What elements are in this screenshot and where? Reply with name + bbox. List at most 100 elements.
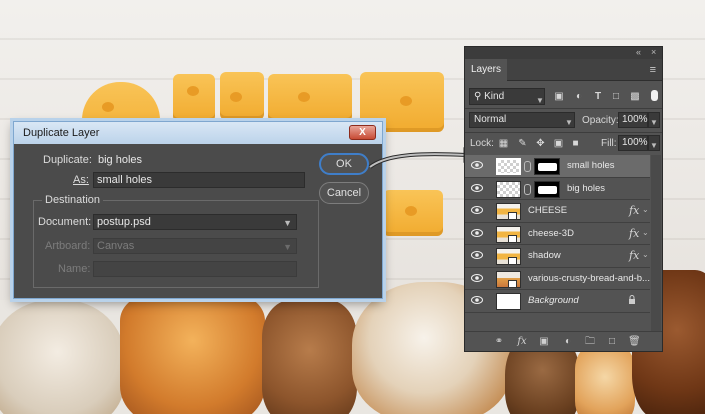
layer-mask-thumbnail[interactable] <box>534 180 560 198</box>
lock-artboard-icon[interactable]: ▣ <box>553 138 564 149</box>
eye-icon[interactable] <box>471 228 483 237</box>
fx-icon[interactable]: fx <box>629 204 639 217</box>
layer-row[interactable]: big holes <box>465 177 650 200</box>
image-filter-icon[interactable]: ▣ <box>553 91 565 103</box>
adjustment-filter-icon[interactable]: ◐ <box>573 91 585 103</box>
document-label: Document: <box>38 216 92 228</box>
filter-kind-select[interactable]: ⚲ Kind ▼ <box>469 88 545 105</box>
lock-position-icon[interactable]: ✥ <box>535 138 546 149</box>
chevron-down-icon: ▼ <box>650 141 658 150</box>
collapse-icon[interactable]: « <box>636 47 641 57</box>
layer-row[interactable]: cheese-3D fx ⌄ <box>465 222 650 245</box>
separator <box>465 132 662 133</box>
layer-name[interactable]: cheese-3D <box>528 228 574 239</box>
tab-layers-label: Layers <box>470 64 501 75</box>
smart-object-icon <box>508 234 517 243</box>
filter-toggle[interactable] <box>651 90 658 101</box>
layer-name[interactable]: CHEESE <box>528 205 567 216</box>
layer-name[interactable]: shadow <box>528 250 561 261</box>
ok-button[interactable]: OK <box>319 153 369 175</box>
document-select[interactable]: postup.psd ▼ <box>93 214 297 230</box>
lock-icon[interactable] <box>628 295 636 305</box>
layer-row[interactable]: Background <box>465 290 650 313</box>
dialog-title: Duplicate Layer <box>23 127 100 139</box>
link-icon[interactable] <box>524 161 531 172</box>
eye-icon[interactable] <box>471 161 483 169</box>
destination-label: Destination <box>42 194 104 206</box>
shape-filter-icon[interactable]: □ <box>610 91 622 103</box>
layers-scrollbar[interactable] <box>651 155 661 331</box>
duplicate-layer-dialog: Duplicate Layer X Duplicate: big holes A… <box>13 121 383 299</box>
fill-dropdown[interactable]: ▼ <box>648 135 660 151</box>
layer-thumbnail[interactable] <box>496 158 521 175</box>
chevron-down-icon[interactable]: ⌄ <box>642 228 649 237</box>
eye-icon[interactable] <box>471 183 483 192</box>
link-icon[interactable] <box>524 183 531 195</box>
smart-object-icon <box>508 279 517 288</box>
fill-value: 100% <box>622 137 648 148</box>
tab-layers[interactable]: Layers <box>465 59 507 81</box>
chevron-down-icon: ▼ <box>283 242 292 252</box>
dialog-titlebar[interactable]: Duplicate Layer X <box>14 122 382 144</box>
layers-list: small holes big holes CHEESE fx ⌄ cheese… <box>465 155 650 313</box>
blend-mode-value: Normal <box>474 114 507 125</box>
bread-loaf <box>575 345 635 414</box>
panel-topbar[interactable]: « × <box>465 47 662 59</box>
bread-loaf <box>0 300 125 414</box>
opacity-label: Opacity: <box>582 115 619 126</box>
layers-panel: « × Layers ≡ ⚲ Kind ▼ ▣ ◐ T □ ▩ Normal ▼… <box>464 46 663 352</box>
close-icon[interactable]: × <box>651 47 656 57</box>
lock-transparent-icon[interactable]: ▦ <box>498 138 509 149</box>
layer-name[interactable]: various-crusty-bread-and-b... <box>528 273 650 284</box>
layer-mask-thumbnail[interactable] <box>534 158 560 175</box>
fx-icon[interactable]: fx <box>629 249 639 262</box>
layer-row[interactable]: shadow fx ⌄ <box>465 245 650 268</box>
opacity-dropdown[interactable]: ▼ <box>648 112 660 128</box>
add-mask-icon[interactable]: ▣ <box>538 336 550 348</box>
new-layer-icon[interactable]: □ <box>606 336 618 348</box>
close-button[interactable]: X <box>349 125 376 140</box>
blend-mode-select[interactable]: Normal ▼ <box>469 112 575 128</box>
layer-row[interactable]: CHEESE fx ⌄ <box>465 200 650 223</box>
chevron-down-icon[interactable]: ⌄ <box>642 250 649 259</box>
chevron-down-icon: ▼ <box>283 218 292 228</box>
chevron-down-icon[interactable]: ⌄ <box>642 205 649 214</box>
fx-icon[interactable]: fx <box>516 336 528 348</box>
panel-footer: ⚭ fx ▣ ◐ 🗀 □ 🗑 <box>465 331 662 351</box>
fill-field[interactable]: 100% <box>618 135 648 151</box>
link-layers-icon[interactable]: ⚭ <box>493 336 505 348</box>
cheese-letter <box>173 74 215 122</box>
panel-tabbar: Layers ≡ <box>465 59 662 81</box>
separator <box>465 108 662 109</box>
layer-row[interactable]: various-crusty-bread-and-b... <box>465 267 650 290</box>
type-filter-icon[interactable]: T <box>592 91 604 103</box>
eye-icon[interactable] <box>471 206 483 214</box>
name-label: Name: <box>58 263 91 275</box>
smart-object-filter-icon[interactable]: ▩ <box>629 91 641 103</box>
cheese-letter <box>268 74 352 122</box>
layer-name[interactable]: big holes <box>567 183 605 194</box>
fx-icon[interactable]: fx <box>629 227 639 240</box>
fill-label: Fill: <box>601 138 617 149</box>
eye-icon[interactable] <box>471 296 483 304</box>
adjustment-layer-icon[interactable]: ◐ <box>562 336 574 348</box>
cancel-button[interactable]: Cancel <box>319 182 369 204</box>
chevron-down-icon: ▼ <box>536 96 544 105</box>
as-name-input[interactable]: small holes <box>93 172 305 188</box>
layer-name[interactable]: small holes <box>567 160 615 171</box>
eye-icon[interactable] <box>471 273 483 282</box>
layer-thumbnail[interactable] <box>496 293 521 310</box>
lock-all-icon[interactable]: ■ <box>570 138 581 149</box>
eye-icon[interactable] <box>471 251 483 259</box>
lock-image-icon[interactable]: ✎ <box>517 138 528 149</box>
folder-icon[interactable]: 🗀 <box>584 336 596 348</box>
cancel-label: Cancel <box>326 187 362 199</box>
layer-name[interactable]: Background <box>528 295 579 306</box>
trash-icon[interactable]: 🗑 <box>628 336 641 348</box>
layer-row[interactable]: small holes <box>465 155 650 178</box>
artboard-label: Artboard: <box>45 240 91 252</box>
ok-label: OK <box>336 158 352 170</box>
opacity-field[interactable]: 100% <box>618 112 648 128</box>
panel-menu-icon[interactable]: ≡ <box>650 64 656 76</box>
layer-thumbnail[interactable] <box>496 180 521 198</box>
